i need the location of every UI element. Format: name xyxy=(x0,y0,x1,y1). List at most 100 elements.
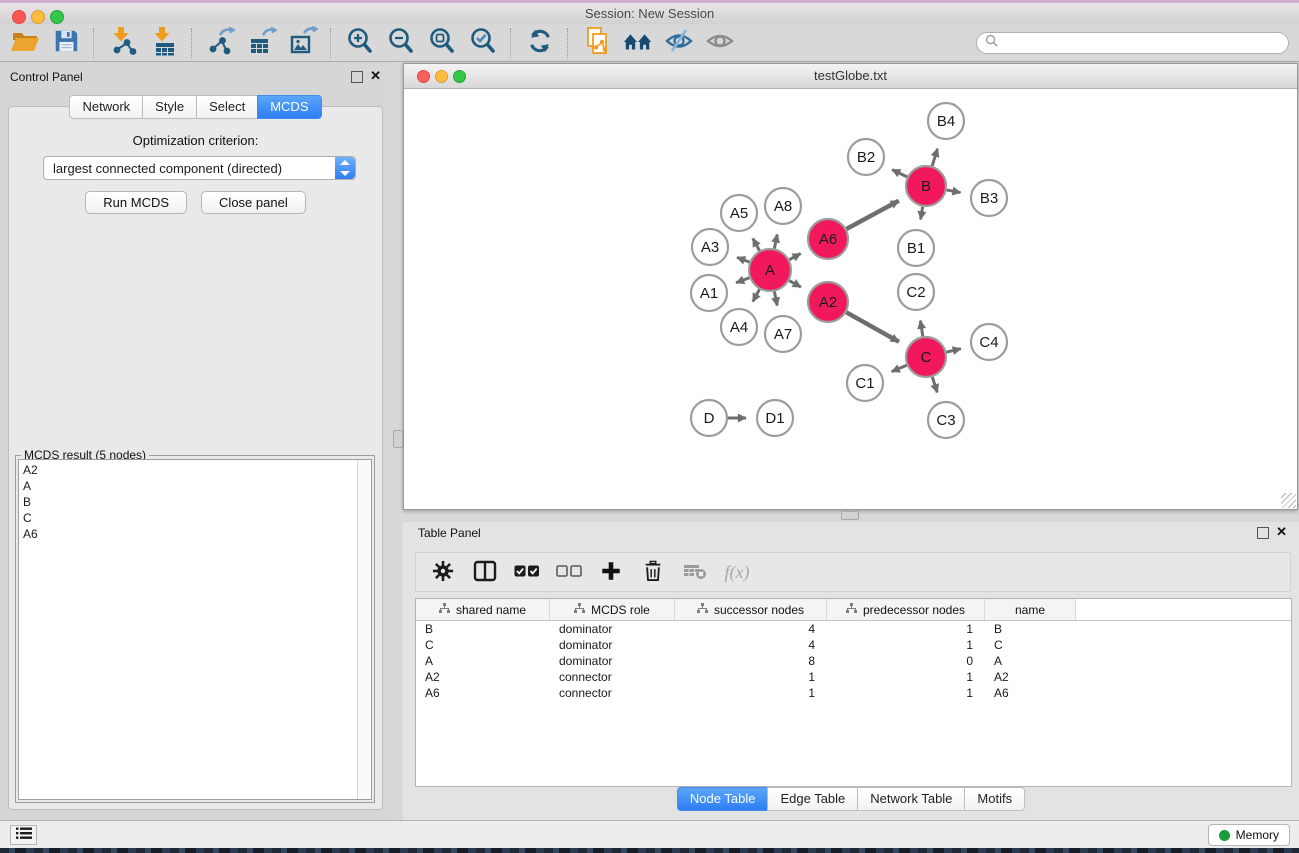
network-window-titlebar[interactable]: testGlobe.txt xyxy=(404,64,1297,89)
close-window-button[interactable] xyxy=(12,10,26,24)
mcds-result-list[interactable]: A2ABCA6 xyxy=(18,459,372,800)
table-cell[interactable]: A2 xyxy=(416,670,550,684)
run-mcds-button[interactable]: Run MCDS xyxy=(85,191,187,214)
deselect-all-button[interactable] xyxy=(556,559,582,585)
table-cell[interactable]: connector xyxy=(550,670,675,684)
graph-node-A2[interactable]: A2 xyxy=(808,282,848,322)
table-cell[interactable]: C xyxy=(985,638,1076,652)
graph-node-B3[interactable]: B3 xyxy=(971,180,1007,216)
graph-node-A5[interactable]: A5 xyxy=(721,195,757,231)
list-scrollbar[interactable] xyxy=(357,460,371,799)
add-column-button[interactable] xyxy=(598,559,624,585)
network-canvas[interactable]: B4B2BB3A8A5A6B1A3AC2A1A2A4A7C4CC1C3DD1 xyxy=(404,89,1297,509)
close-table-panel-icon[interactable]: ✕ xyxy=(1276,525,1287,539)
graph-edge-B-B4[interactable] xyxy=(932,149,937,166)
graph-edge-A-A1[interactable] xyxy=(736,278,749,283)
table-cell[interactable]: A6 xyxy=(416,686,550,700)
mcds-result-item[interactable]: B xyxy=(19,494,371,510)
table-cell[interactable]: 1 xyxy=(827,638,985,652)
mcds-result-item[interactable]: A6 xyxy=(19,526,371,542)
graph-edge-B-B3[interactable] xyxy=(947,190,961,193)
table-cell[interactable]: 1 xyxy=(675,686,827,700)
zoom-in-button[interactable] xyxy=(339,26,380,60)
save-session-button[interactable] xyxy=(45,26,86,60)
select-all-button[interactable] xyxy=(514,559,540,585)
graph-edge-C-C3[interactable] xyxy=(932,377,937,392)
zoom-fit-button[interactable] xyxy=(421,26,462,60)
tab-node-table[interactable]: Node Table xyxy=(677,787,769,811)
graph-edge-A-A2[interactable] xyxy=(789,281,801,287)
graph-node-A7[interactable]: A7 xyxy=(765,316,801,352)
table-cell[interactable]: 1 xyxy=(827,622,985,636)
graph-node-B[interactable]: B xyxy=(906,166,946,206)
graph-edge-A-A3[interactable] xyxy=(737,257,749,262)
tab-mcds[interactable]: MCDS xyxy=(257,95,321,119)
close-panel-button[interactable]: Close panel xyxy=(201,191,306,214)
table-row[interactable]: A2connector11A2 xyxy=(416,669,1291,685)
network-zoom-button[interactable] xyxy=(453,70,466,83)
table-cell[interactable]: 1 xyxy=(827,670,985,684)
delete-column-button[interactable] xyxy=(640,559,666,585)
graph-edge-C-C4[interactable] xyxy=(946,349,960,352)
column-header-shared-name[interactable]: shared name xyxy=(416,599,550,620)
table-cell[interactable]: A xyxy=(985,654,1076,668)
graph-node-A[interactable]: A xyxy=(749,249,791,291)
import-table-button[interactable] xyxy=(143,26,184,60)
table-cell[interactable]: 8 xyxy=(675,654,827,668)
horizontal-split-handle[interactable] xyxy=(841,511,859,520)
minimize-window-button[interactable] xyxy=(31,10,45,24)
graph-edge-A-A7[interactable] xyxy=(774,292,777,306)
zoom-window-button[interactable] xyxy=(50,10,64,24)
graph-node-B4[interactable]: B4 xyxy=(928,103,964,139)
export-image-button[interactable] xyxy=(282,26,323,60)
table-cell[interactable]: 4 xyxy=(675,622,827,636)
graph-edge-B-B2[interactable] xyxy=(892,170,907,177)
graph-edge-A6-B[interactable] xyxy=(846,201,898,229)
graph-node-C[interactable]: C xyxy=(906,337,946,377)
zoom-selected-button[interactable] xyxy=(462,26,503,60)
graph-edge-A2-C[interactable] xyxy=(846,312,899,342)
graph-edge-A-A5[interactable] xyxy=(753,238,760,250)
graph-edge-A-A6[interactable] xyxy=(789,254,800,260)
export-table-button[interactable] xyxy=(241,26,282,60)
export-network-button[interactable] xyxy=(200,26,241,60)
column-header-predecessor-nodes[interactable]: predecessor nodes xyxy=(827,599,985,620)
table-cell[interactable]: B xyxy=(416,622,550,636)
memory-button[interactable]: Memory xyxy=(1208,824,1290,846)
node-table[interactable]: shared nameMCDS rolesuccessor nodesprede… xyxy=(415,598,1292,787)
tab-network[interactable]: Network xyxy=(69,95,143,119)
table-row[interactable]: Bdominator41B xyxy=(416,621,1291,637)
table-cell[interactable]: A xyxy=(416,654,550,668)
graph-node-A1[interactable]: A1 xyxy=(691,275,727,311)
column-header-successor-nodes[interactable]: successor nodes xyxy=(675,599,827,620)
split-columns-button[interactable] xyxy=(472,559,498,585)
table-cell[interactable]: dominator xyxy=(550,638,675,652)
graph-node-B2[interactable]: B2 xyxy=(848,139,884,175)
search-field[interactable] xyxy=(976,32,1289,54)
table-cell[interactable]: connector xyxy=(550,686,675,700)
graph-node-D1[interactable]: D1 xyxy=(757,400,793,436)
graph-edge-B-B1[interactable] xyxy=(921,207,923,220)
table-settings-button[interactable] xyxy=(430,559,456,585)
apply-layout-button[interactable] xyxy=(519,26,560,60)
window-resize-grip[interactable] xyxy=(1281,493,1296,508)
column-header-MCDS-role[interactable]: MCDS role xyxy=(550,599,675,620)
graph-node-A6[interactable]: A6 xyxy=(808,219,848,259)
tab-motifs[interactable]: Motifs xyxy=(964,787,1025,811)
column-header-name[interactable]: name xyxy=(985,599,1076,620)
delete-table-button[interactable] xyxy=(682,559,708,585)
graph-edge-A-A4[interactable] xyxy=(753,289,760,301)
float-table-panel-icon[interactable] xyxy=(1257,527,1269,539)
float-panel-icon[interactable] xyxy=(351,71,363,83)
tab-network-table[interactable]: Network Table xyxy=(857,787,965,811)
import-network-button[interactable] xyxy=(102,26,143,60)
graph-node-C3[interactable]: C3 xyxy=(928,402,964,438)
table-cell[interactable]: 0 xyxy=(827,654,985,668)
tab-style[interactable]: Style xyxy=(142,95,197,119)
graph-edge-A-A8[interactable] xyxy=(774,234,777,248)
graph-node-A4[interactable]: A4 xyxy=(721,309,757,345)
zoom-out-button[interactable] xyxy=(380,26,421,60)
new-network-button[interactable] xyxy=(576,26,617,60)
graph-node-A8[interactable]: A8 xyxy=(765,188,801,224)
close-panel-icon[interactable]: ✕ xyxy=(370,69,381,83)
